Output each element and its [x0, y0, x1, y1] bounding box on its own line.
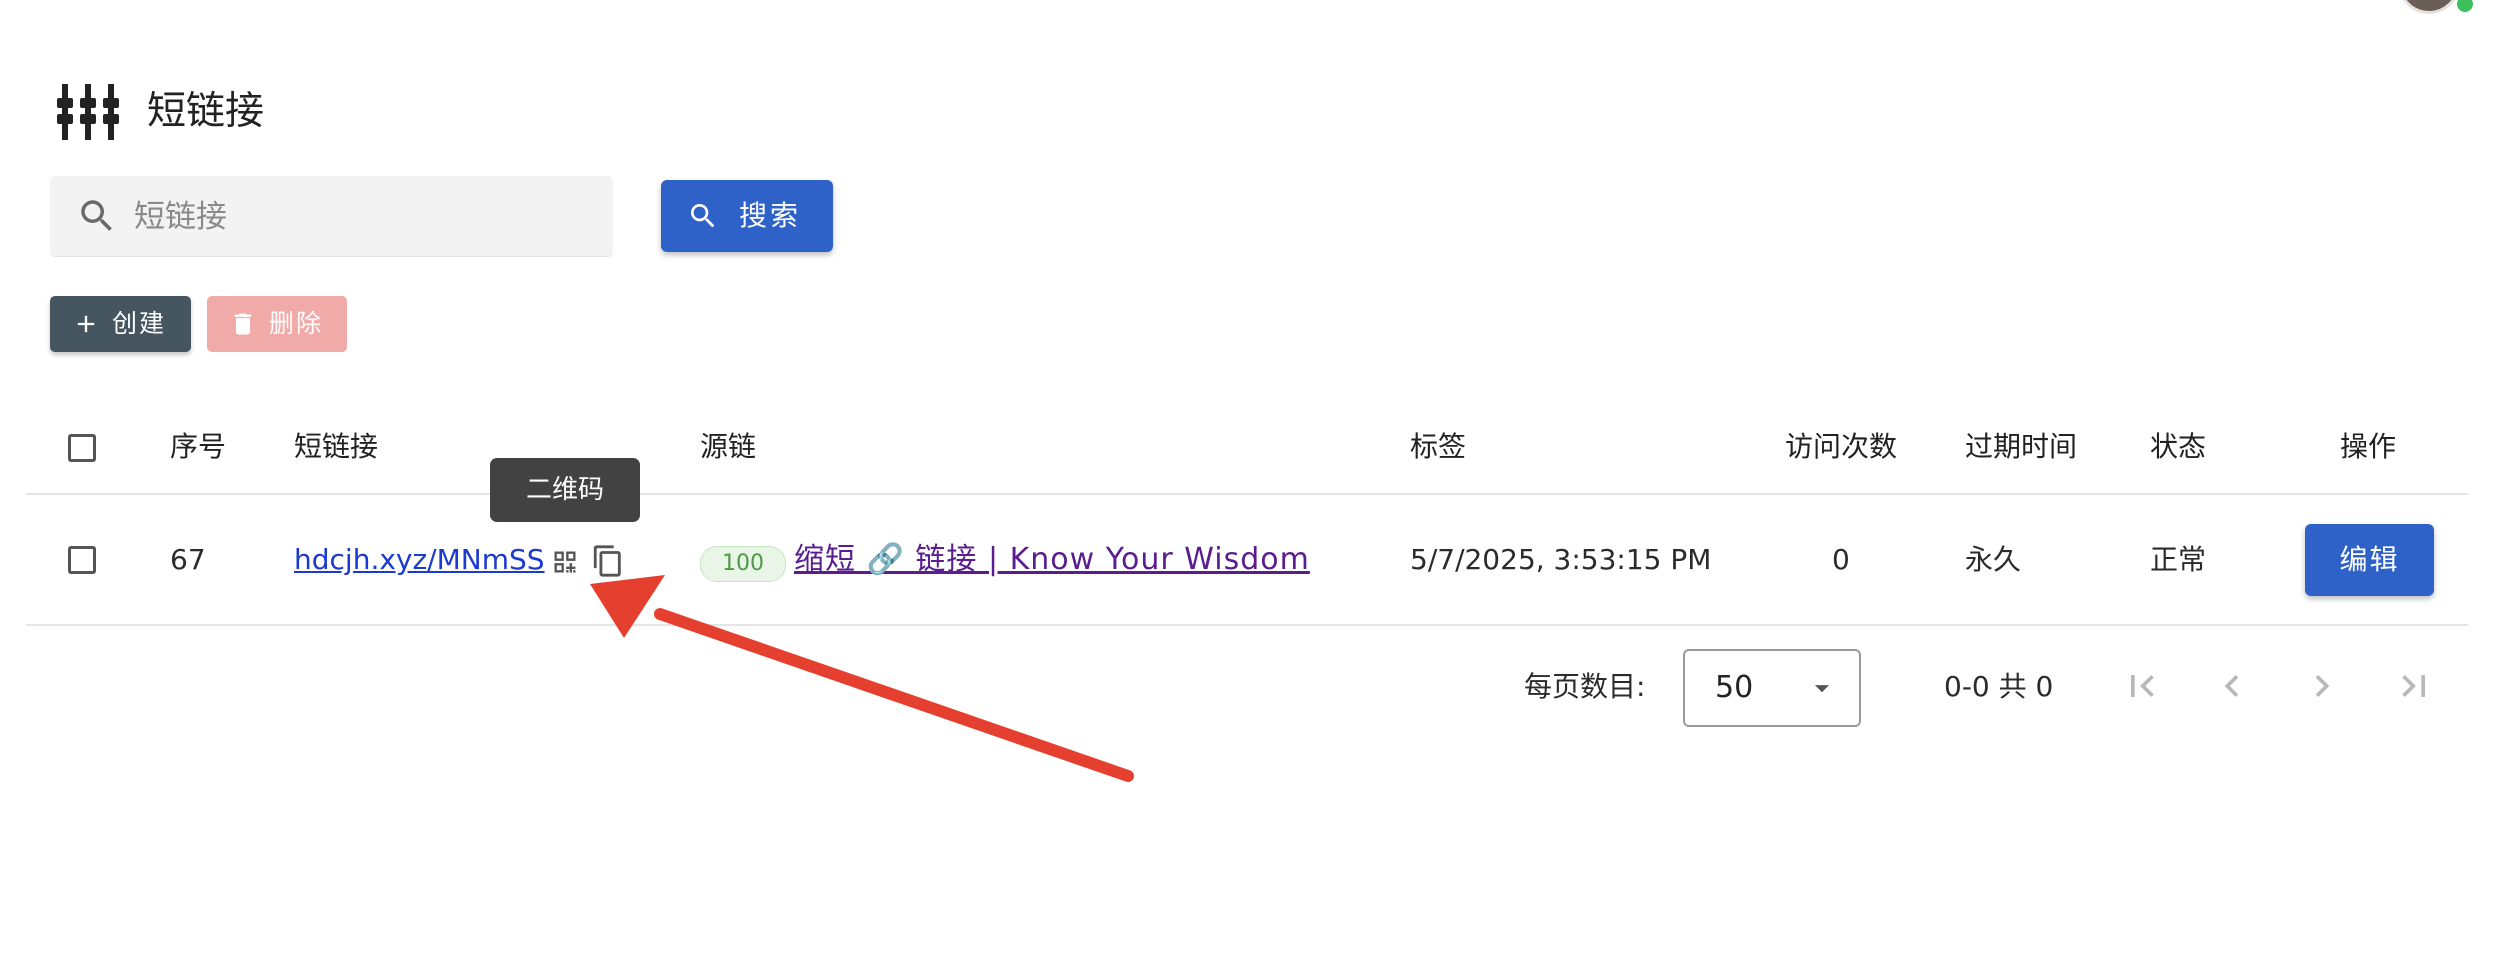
trash-icon — [234, 313, 252, 335]
user-avatar[interactable] — [2398, 0, 2460, 14]
column-header-visits[interactable]: 访问次数 — [1785, 420, 1897, 474]
search-button[interactable]: 搜索 — [661, 180, 833, 252]
delete-button-label: 删除 — [269, 309, 324, 338]
copy-icon[interactable] — [591, 544, 625, 578]
create-button[interactable]: 创建 — [50, 296, 191, 352]
tune-sliders-icon — [57, 84, 119, 140]
edit-button[interactable]: 编辑 — [2305, 524, 2434, 596]
rows-per-page-value: 50 — [1715, 670, 1754, 705]
row-tag: 5/7/2025, 3:53:15 PM — [1410, 543, 1712, 576]
search-icon — [81, 200, 112, 231]
qr-code-tooltip: 二维码 — [490, 458, 640, 522]
column-header-status[interactable]: 状态 — [2150, 420, 2206, 474]
row-divider — [26, 624, 2468, 626]
delete-button[interactable]: 删除 — [207, 296, 347, 352]
column-header-expire[interactable]: 过期时间 — [1965, 420, 2077, 474]
create-button-label: 创建 — [112, 309, 167, 338]
chevron-down-icon — [1814, 685, 1830, 693]
column-header-source[interactable]: 源链 — [700, 420, 756, 474]
search-field[interactable] — [50, 176, 613, 258]
column-header-actions: 操作 — [2340, 430, 2397, 463]
search-input[interactable] — [132, 176, 596, 258]
first-page-icon[interactable] — [2120, 664, 2164, 708]
short-link[interactable]: hdcjh.xyz/MNmSS — [294, 543, 545, 576]
source-score-badge: 100 — [700, 546, 786, 582]
row-visits: 0 — [1832, 543, 1850, 576]
previous-page-icon[interactable] — [2210, 664, 2254, 708]
search-icon — [691, 204, 715, 228]
plus-icon — [77, 315, 95, 333]
annotation-arrow — [590, 575, 1134, 782]
column-header-short-link[interactable]: 短链接 — [294, 420, 378, 474]
row-checkbox[interactable] — [68, 546, 96, 574]
next-page-icon[interactable] — [2300, 664, 2344, 708]
row-expire: 永久 — [1965, 543, 2022, 576]
column-header-index[interactable]: 序号 — [170, 420, 226, 474]
qr-code-icon[interactable] — [551, 548, 579, 576]
rows-per-page-label: 每页数目: — [1524, 670, 1646, 703]
header-divider — [26, 493, 2468, 495]
pagination-range: 0-0 共 0 — [1944, 670, 2054, 703]
table-row-source-cell: 缩短 🔗 链接 | Know Your Wisdom — [794, 533, 1310, 587]
online-status-dot — [2455, 0, 2475, 14]
table-row-short-link-cell: hdcjh.xyz/MNmSS — [294, 533, 545, 587]
row-status: 正常 — [2150, 543, 2207, 576]
search-button-label: 搜索 — [739, 199, 802, 232]
last-page-icon[interactable] — [2392, 664, 2436, 708]
page-title: 短链接 — [147, 89, 265, 134]
column-header-tag[interactable]: 标签 — [1410, 420, 1466, 474]
select-all-checkbox[interactable] — [68, 434, 96, 462]
row-index: 67 — [170, 543, 206, 576]
rows-per-page-select[interactable]: 50 — [1683, 649, 1861, 727]
source-link[interactable]: 缩短 🔗 链接 | Know Your Wisdom — [794, 542, 1310, 577]
